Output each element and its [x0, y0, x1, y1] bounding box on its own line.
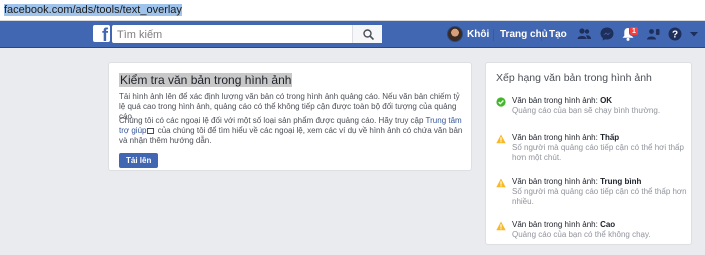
warning-icon — [496, 221, 506, 231]
rating-label: Văn bản trong hình ảnh: OK — [512, 96, 613, 105]
rating-label: Văn bản trong hình ảnh: Trung bình — [512, 177, 642, 186]
panel-title: Xếp hạng văn bản trong hình ảnh — [496, 72, 652, 84]
friend-requests-icon[interactable] — [576, 26, 592, 42]
svg-text:?: ? — [672, 30, 678, 41]
rating-description: Số người mà quảng cáo tiếp cận có thể hơ… — [512, 143, 684, 162]
search-input[interactable] — [112, 26, 352, 44]
address-bar[interactable]: facebook.com/ads/tools/text_overlay — [0, 0, 705, 21]
nav-divider — [493, 29, 494, 41]
help-icon[interactable]: ? — [667, 26, 683, 42]
create-link[interactable]: Tạo — [549, 29, 567, 41]
search-box[interactable] — [112, 25, 382, 44]
rating-label: Văn bản trong hình ảnh: Thấp — [512, 133, 620, 142]
rating-description: Quảng cáo của bạn có thể không chạy. — [512, 230, 651, 239]
facebook-top-bar: f Khôi Trang chủ Tạo 1 ? — [0, 21, 705, 48]
check-circle-icon — [496, 97, 506, 107]
rating-description: Quảng cáo của bạn sẽ chạy bình thường. — [512, 106, 661, 115]
page-title: Kiểm tra văn bản trong hình ảnh — [119, 73, 293, 87]
upload-button[interactable]: Tải lên — [119, 153, 159, 168]
warning-icon — [496, 134, 506, 144]
external-link-icon — [147, 127, 155, 134]
profile-link[interactable]: Khôi — [467, 29, 489, 41]
account-menu-chevron-down-icon[interactable] — [686, 26, 702, 42]
nav-divider — [541, 29, 542, 41]
text-overlay-check-card: Kiểm tra văn bản trong hình ảnh Tải hình… — [108, 62, 472, 171]
url-text[interactable]: facebook.com/ads/tools/text_overlay — [4, 2, 182, 18]
rating-label: Văn bản trong hình ảnh: Cao — [512, 220, 616, 229]
notification-badge: 1 — [629, 26, 639, 36]
exceptions-paragraph: Chúng tôi có các ngoại lệ đối với một số… — [119, 116, 463, 145]
warning-icon — [496, 178, 506, 188]
quick-help-icon[interactable] — [645, 26, 661, 42]
facebook-logo-icon[interactable]: f — [93, 25, 110, 44]
search-button[interactable] — [352, 25, 382, 43]
text-rating-panel: Xếp hạng văn bản trong hình ảnh Văn bản … — [485, 62, 692, 245]
profile-avatar[interactable] — [447, 26, 463, 42]
rating-description: Số người mà quảng cáo tiếp cận có thể th… — [512, 187, 687, 206]
search-icon — [363, 29, 374, 40]
messenger-icon[interactable] — [599, 26, 615, 42]
